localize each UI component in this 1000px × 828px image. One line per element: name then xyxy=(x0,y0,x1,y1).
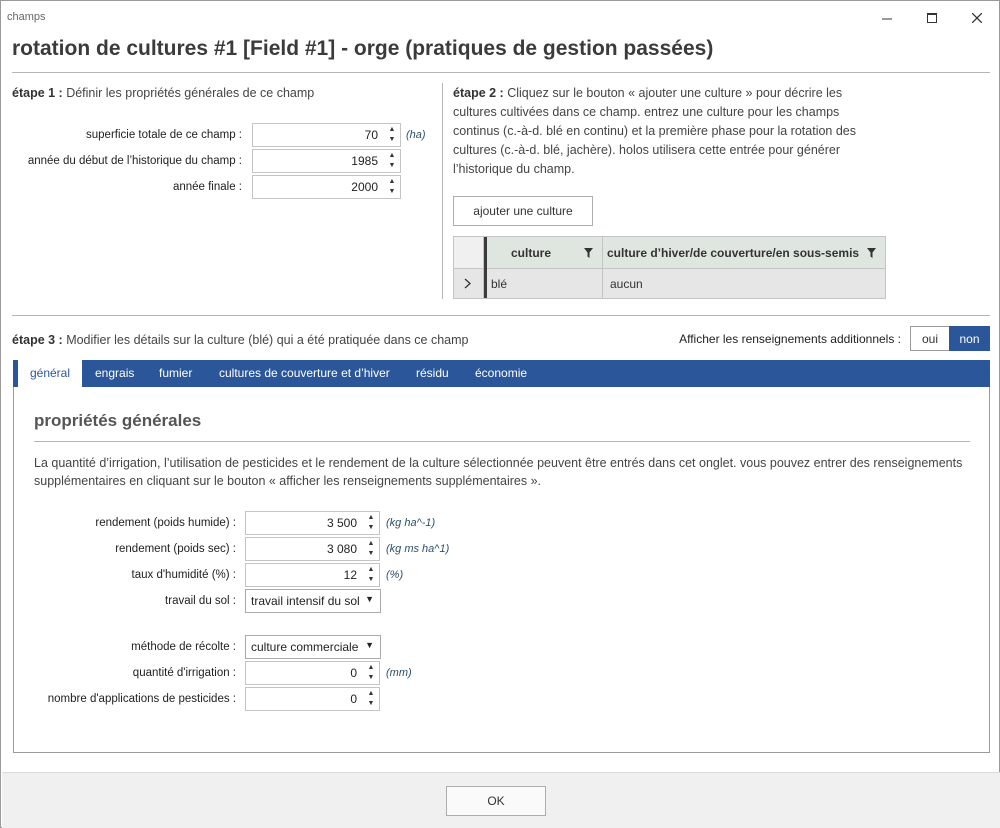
start-year-input[interactable]: 1985 ▲ ▼ xyxy=(252,149,401,173)
yield-wet-input[interactable]: 3 500 ▲ ▼ xyxy=(245,511,380,535)
tillage-label: travail du sol : xyxy=(165,595,236,607)
tab-fertilizer[interactable]: engrais xyxy=(95,360,134,387)
window: champs rotation de cultures #1 [Field #1… xyxy=(0,0,1000,828)
section-divider xyxy=(34,441,970,442)
spin-arrows-icon[interactable]: ▲ ▼ xyxy=(386,151,398,171)
minimize-icon xyxy=(882,18,892,20)
irrigation-unit: (mm) xyxy=(386,667,412,679)
maximize-icon xyxy=(927,13,937,23)
field-area-label: superficie totale de ce champ : xyxy=(86,129,242,141)
tab-bar: général engrais fumier cultures de couve… xyxy=(13,360,990,387)
start-year-label: année du début de l’historique du champ … xyxy=(27,155,242,167)
field-area-value: 70 xyxy=(364,128,378,142)
moisture-unit: (%) xyxy=(386,569,404,581)
step3-divider xyxy=(12,315,990,316)
step2-label: étape 2 : xyxy=(453,86,504,100)
step3-label: étape 3 : xyxy=(12,333,63,347)
table-row[interactable]: blé xyxy=(487,269,603,298)
spin-arrows-icon[interactable]: ▲ ▼ xyxy=(365,663,377,683)
grid-corner xyxy=(454,237,484,269)
field-area-unit: (ha) xyxy=(406,129,426,141)
spin-arrows-icon[interactable]: ▲ ▼ xyxy=(365,513,377,533)
end-year-input[interactable]: 2000 ▲ ▼ xyxy=(252,175,401,199)
yield-dry-unit: (kg ms ha^1) xyxy=(386,543,450,555)
dropdown-arrow-icon: ▼ xyxy=(365,594,374,604)
moisture-label: taux d'humidité (%) : xyxy=(131,569,236,581)
yield-wet-value: 3 500 xyxy=(326,516,357,530)
ok-button[interactable]: OK xyxy=(446,786,546,816)
irrigation-value: 0 xyxy=(350,666,357,680)
step3-instructions: étape 3 : Modifier les détails sur la cu… xyxy=(12,331,652,350)
end-year-value: 2000 xyxy=(351,180,378,194)
yield-dry-input[interactable]: 3 080 ▲ ▼ xyxy=(245,537,380,561)
grid-header-culture[interactable]: culture xyxy=(487,237,603,269)
tab-residue[interactable]: résidu xyxy=(416,360,449,387)
tab-cover-crops[interactable]: cultures de couverture et d’hiver xyxy=(219,360,390,387)
tillage-value: travail intensif du sol xyxy=(251,594,360,608)
section-description: La quantité d’irrigation, l’utilisation … xyxy=(34,456,963,488)
tab-general[interactable]: général xyxy=(18,360,82,387)
tillage-select[interactable]: travail intensif du sol ▼ xyxy=(245,589,381,613)
spin-arrows-icon[interactable]: ▲ ▼ xyxy=(365,539,377,559)
table-row[interactable]: aucun xyxy=(603,269,885,298)
page-title: rotation de cultures #1 [Field #1] - org… xyxy=(12,37,714,60)
step1-instructions: étape 1 : Définir les propriétés général… xyxy=(12,84,432,103)
tab-manure[interactable]: fumier xyxy=(159,360,192,387)
row-expander[interactable] xyxy=(454,269,484,298)
yield-dry-label: rendement (poids sec) : xyxy=(115,543,236,555)
moisture-input[interactable]: 12 ▲ ▼ xyxy=(245,563,380,587)
end-year-label: année finale : xyxy=(172,181,242,193)
close-icon xyxy=(972,13,982,23)
harvest-method-value: culture commerciale xyxy=(251,640,359,654)
yield-dry-value: 3 080 xyxy=(326,542,357,556)
minimize-button[interactable] xyxy=(872,7,902,29)
spin-arrows-icon[interactable]: ▲ ▼ xyxy=(365,565,377,585)
grid-cell-cover-crop: aucun xyxy=(610,277,643,291)
dropdown-arrow-icon: ▼ xyxy=(365,640,374,650)
grid-header-cover-crop[interactable]: culture d’hiver/de couverture/en sous-se… xyxy=(603,237,885,269)
grid-cell-culture: blé xyxy=(491,277,508,291)
toggle-yes-button[interactable]: oui xyxy=(910,326,950,351)
add-crop-button[interactable]: ajouter une culture xyxy=(453,196,593,226)
start-year-value: 1985 xyxy=(351,154,378,168)
filter-icon[interactable] xyxy=(867,248,876,258)
window-title: champs xyxy=(7,11,46,23)
spin-arrows-icon[interactable]: ▲ ▼ xyxy=(386,177,398,197)
step1-label: étape 1 : xyxy=(12,86,63,100)
section-heading: propriétés générales xyxy=(34,411,202,430)
field-area-input[interactable]: 70 ▲ ▼ xyxy=(252,123,401,147)
step2-text: Cliquez sur le bouton « ajouter une cult… xyxy=(453,86,857,176)
harvest-method-select[interactable]: culture commerciale ▼ xyxy=(245,635,381,659)
crops-grid: culture culture d’hiver/de couverture/en… xyxy=(453,236,886,299)
step2-instructions: étape 2 : Cliquez sur le bouton « ajoute… xyxy=(453,84,883,179)
moisture-value: 12 xyxy=(343,568,357,582)
chevron-right-icon xyxy=(464,278,471,289)
general-tab-panel: propriétés générales La quantité d’irrig… xyxy=(13,387,990,753)
filter-icon[interactable] xyxy=(584,248,593,258)
irrigation-label: quantité d'irrigation : xyxy=(132,667,236,679)
yield-wet-label: rendement (poids humide) : xyxy=(95,517,236,529)
step1-text: Définir les propriétés générales de ce c… xyxy=(62,86,315,100)
spin-arrows-icon[interactable]: ▲ ▼ xyxy=(365,689,377,709)
dialog-footer: OK xyxy=(2,772,1000,828)
pesticides-label: nombre d'applications de pesticides : xyxy=(47,693,236,705)
pesticides-value: 0 xyxy=(350,692,357,706)
tab-economics[interactable]: économie xyxy=(475,360,527,387)
yield-wet-unit: (kg ha^-1) xyxy=(386,517,436,529)
spin-arrows-icon[interactable]: ▲ ▼ xyxy=(386,125,398,145)
step-divider xyxy=(442,83,443,299)
toggle-no-button[interactable]: non xyxy=(949,326,990,351)
grid-header-culture-label: culture xyxy=(511,246,552,260)
step3-text: Modifier les détails sur la culture (blé… xyxy=(62,333,469,347)
close-button[interactable] xyxy=(962,7,992,29)
irrigation-input[interactable]: 0 ▲ ▼ xyxy=(245,661,380,685)
grid-header-cover-crop-label: culture d’hiver/de couverture/en sous-se… xyxy=(607,246,860,260)
pesticides-input[interactable]: 0 ▲ ▼ xyxy=(245,687,380,711)
title-divider xyxy=(12,72,990,73)
additional-info-label: Afficher les renseignements additionnels… xyxy=(679,332,901,346)
maximize-button[interactable] xyxy=(917,7,947,29)
harvest-method-label: méthode de récolte : xyxy=(131,641,236,653)
